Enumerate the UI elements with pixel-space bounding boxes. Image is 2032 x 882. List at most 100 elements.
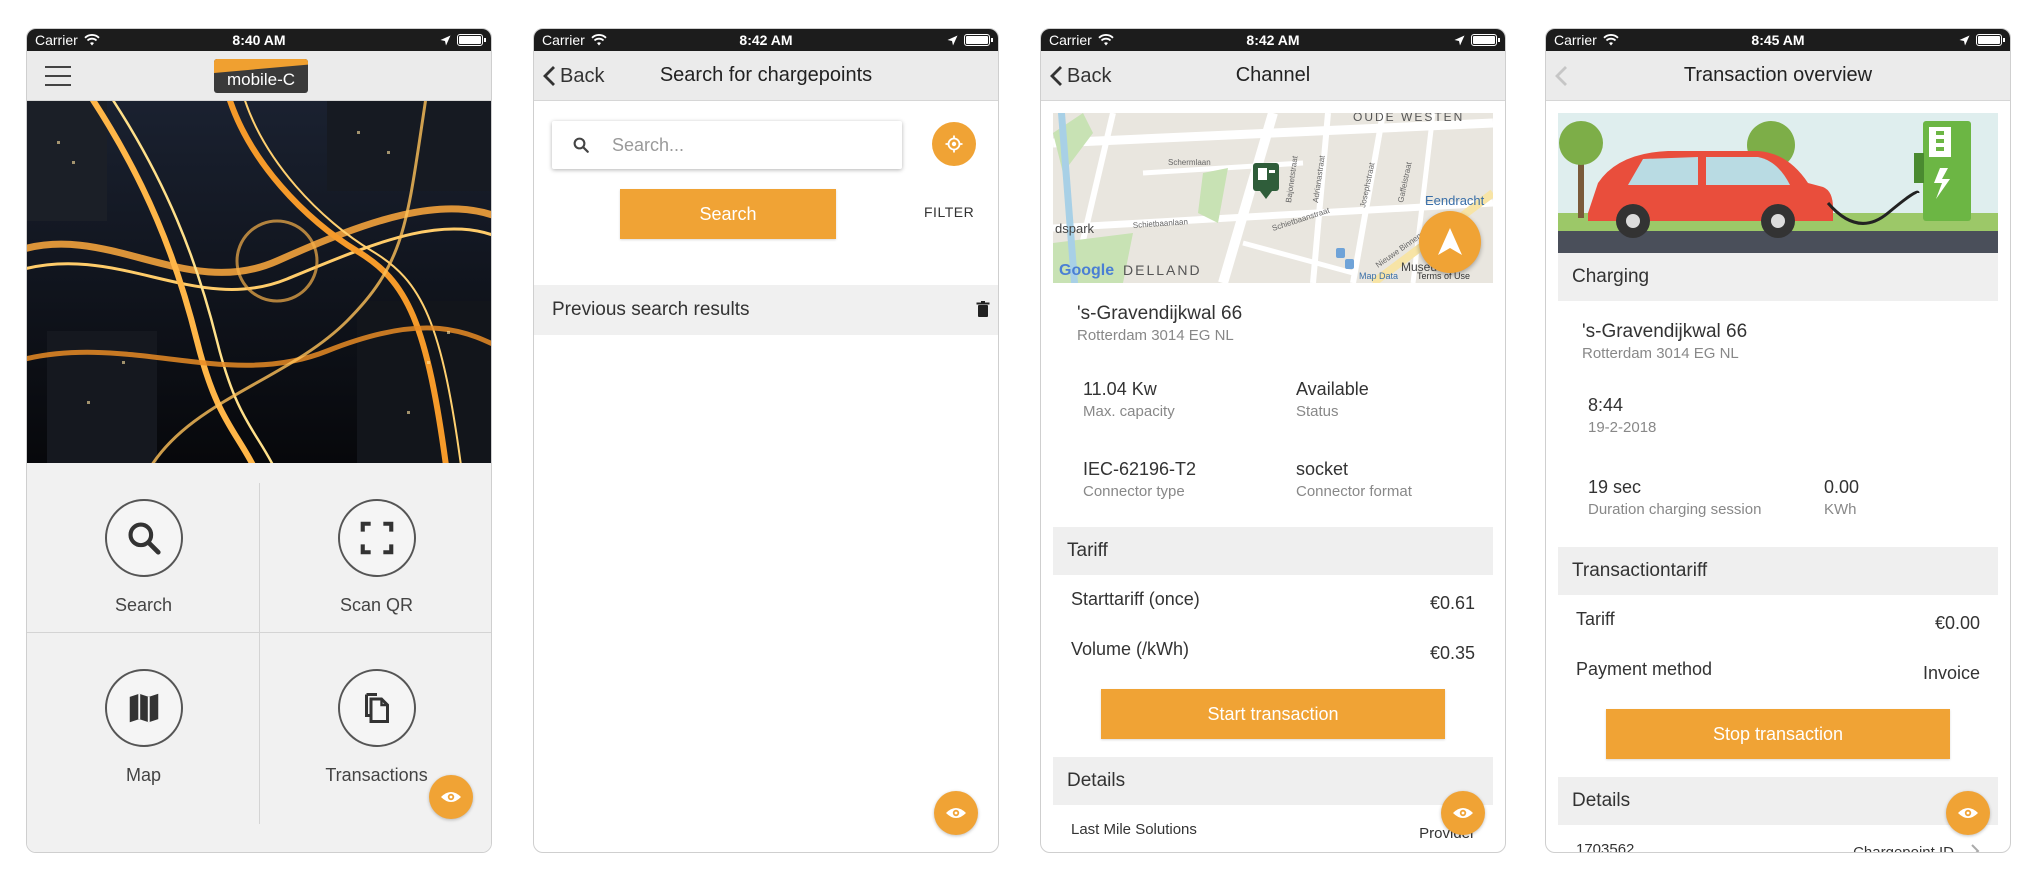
scan-qr-icon — [360, 521, 393, 555]
details-header-label: Details — [1067, 770, 1126, 791]
battery-icon — [456, 34, 486, 46]
channel-screen: Carrier 8:42 AM Back Channel OUDE WESTEN… — [1040, 28, 1506, 853]
carrier-label: Carrier — [35, 32, 78, 48]
carrier-label: Carrier — [1049, 32, 1092, 48]
back-button[interactable]: Back — [542, 51, 604, 101]
tile-search[interactable]: Search — [27, 463, 260, 632]
kwh-value: 0.00 — [1824, 477, 1860, 497]
tariff-section-header: Tariff — [1053, 527, 1493, 575]
chargepoint-city: Rotterdam 3014 EG NL — [1077, 327, 1234, 344]
visibility-fab[interactable] — [429, 775, 473, 819]
home-screen: Carrier 8:40 AM mobile-C Search Scan QR … — [26, 28, 492, 853]
eye-icon — [441, 792, 461, 802]
city-night-image — [27, 101, 491, 463]
connector-format-label: Connector format — [1296, 483, 1412, 500]
google-logo: Google — [1059, 262, 1114, 279]
chargepoint-id-label: Chargepoint ID — [1853, 844, 1954, 853]
map-label-park: dspark — [1055, 221, 1095, 236]
tile-scan-qr[interactable]: Scan QR — [260, 463, 491, 632]
status-bar: Carrier 8:40 AM — [27, 29, 491, 51]
logo-text: mobile-C — [226, 70, 296, 89]
scan-qr-tile-button[interactable] — [337, 499, 416, 577]
connector-type-value: IEC-62196-T2 — [1083, 459, 1197, 479]
transaction-overview-screen: Carrier 8:45 AM Transaction overview Cha… — [1545, 28, 2011, 853]
chargepoint-address: 's-Gravendijkwal 66 — [1077, 303, 1243, 324]
visibility-fab[interactable] — [1946, 791, 1990, 835]
status-time: 8:42 AM — [739, 32, 793, 48]
visibility-fab[interactable] — [1441, 791, 1485, 835]
chevron-right-icon[interactable] — [1970, 843, 1980, 853]
volume-tariff-label: Volume (/kWh) — [1071, 639, 1190, 659]
stop-transaction-button[interactable]: Stop transaction — [1606, 709, 1950, 759]
search-field[interactable] — [552, 121, 902, 169]
starttariff-label: Starttariff (once) — [1071, 589, 1200, 609]
search-input[interactable] — [612, 134, 872, 156]
details-section-header: Details — [1053, 757, 1493, 805]
transactiontariff-section-header: Transactiontariff — [1558, 547, 1998, 595]
map-icon — [129, 693, 158, 723]
map-tile-button[interactable] — [104, 669, 183, 747]
volume-tariff-value: €0.35 — [1429, 643, 1475, 663]
battery-icon — [1470, 34, 1500, 46]
back-label: Back — [1067, 64, 1112, 87]
status-bar: Carrier 8:42 AM — [534, 29, 998, 51]
map-label-zone: OUDE WESTEN — [1353, 113, 1464, 124]
filter-button[interactable]: FILTER — [924, 204, 974, 220]
tariff-header-label: Tariff — [1067, 540, 1108, 561]
tariff-label: Tariff — [1576, 609, 1615, 629]
duration-label: Duration charging session — [1588, 501, 1762, 518]
eye-icon — [1958, 808, 1978, 818]
wifi-icon — [1603, 34, 1619, 46]
start-time-value: 8:44 — [1588, 395, 1624, 415]
page-title: Transaction overview — [1683, 64, 1873, 86]
wifi-icon — [84, 34, 100, 46]
payment-method-label: Payment method — [1576, 659, 1713, 679]
map-street-schermlaan: Schermlaan — [1168, 158, 1211, 167]
tile-map-label: Map — [125, 765, 161, 785]
wifi-icon — [591, 34, 607, 46]
connector-format-value: socket — [1296, 459, 1349, 479]
eye-icon — [1453, 808, 1473, 818]
page-title: Search for chargepoints — [659, 64, 873, 86]
status-time: 8:42 AM — [1246, 32, 1300, 48]
provider-name: Last Mile Solutions — [1071, 821, 1197, 838]
search-button[interactable]: Search — [620, 189, 836, 239]
page-title: Channel — [1235, 64, 1311, 86]
kwh-label: KWh — [1824, 501, 1857, 518]
carrier-label: Carrier — [1554, 32, 1597, 48]
status-value: Available — [1296, 379, 1369, 399]
back-button[interactable]: Back — [1049, 51, 1111, 101]
map-label-district: DELLAND — [1123, 262, 1202, 278]
payment-method-value: Invoice — [1922, 663, 1980, 683]
locate-me-button[interactable] — [932, 122, 976, 166]
crosshair-icon — [945, 135, 963, 153]
connector-type-label: Connector type — [1083, 483, 1185, 500]
search-tile-button[interactable] — [104, 499, 183, 577]
transactions-tile-button[interactable] — [337, 669, 416, 747]
eye-icon — [946, 808, 966, 818]
status-bar: Carrier 8:45 AM — [1546, 29, 2010, 51]
search-header: Back Search for chargepoints — [534, 51, 998, 101]
visibility-fab[interactable] — [934, 791, 978, 835]
back-button-disabled — [1554, 51, 1568, 101]
menu-icon[interactable] — [45, 66, 71, 86]
chargepoint-id-value: 1703562 — [1576, 841, 1635, 853]
max-capacity-label: Max. capacity — [1083, 403, 1175, 420]
trash-icon[interactable] — [976, 301, 990, 318]
navigate-button[interactable] — [1419, 211, 1481, 273]
tariff-value: €0.00 — [1934, 613, 1980, 633]
charging-section-header: Charging — [1558, 253, 1998, 301]
navigation-arrow-icon — [1438, 228, 1462, 255]
tile-scan-qr-label: Scan QR — [339, 595, 414, 615]
chargepoint-city: Rotterdam 3014 EG NL — [1582, 345, 1739, 362]
tile-transactions-label: Transactions — [325, 765, 428, 785]
previous-results-header: Previous search results — [534, 285, 998, 335]
battery-icon — [1975, 34, 2005, 46]
channel-header: Back Channel — [1041, 51, 1505, 101]
chevron-left-icon — [1555, 66, 1567, 86]
search-icon — [127, 522, 161, 555]
carrier-label: Carrier — [542, 32, 585, 48]
start-transaction-button[interactable]: Start transaction — [1101, 689, 1445, 739]
tile-map[interactable]: Map — [27, 633, 260, 802]
mobile-c-logo: mobile-C — [214, 59, 308, 93]
